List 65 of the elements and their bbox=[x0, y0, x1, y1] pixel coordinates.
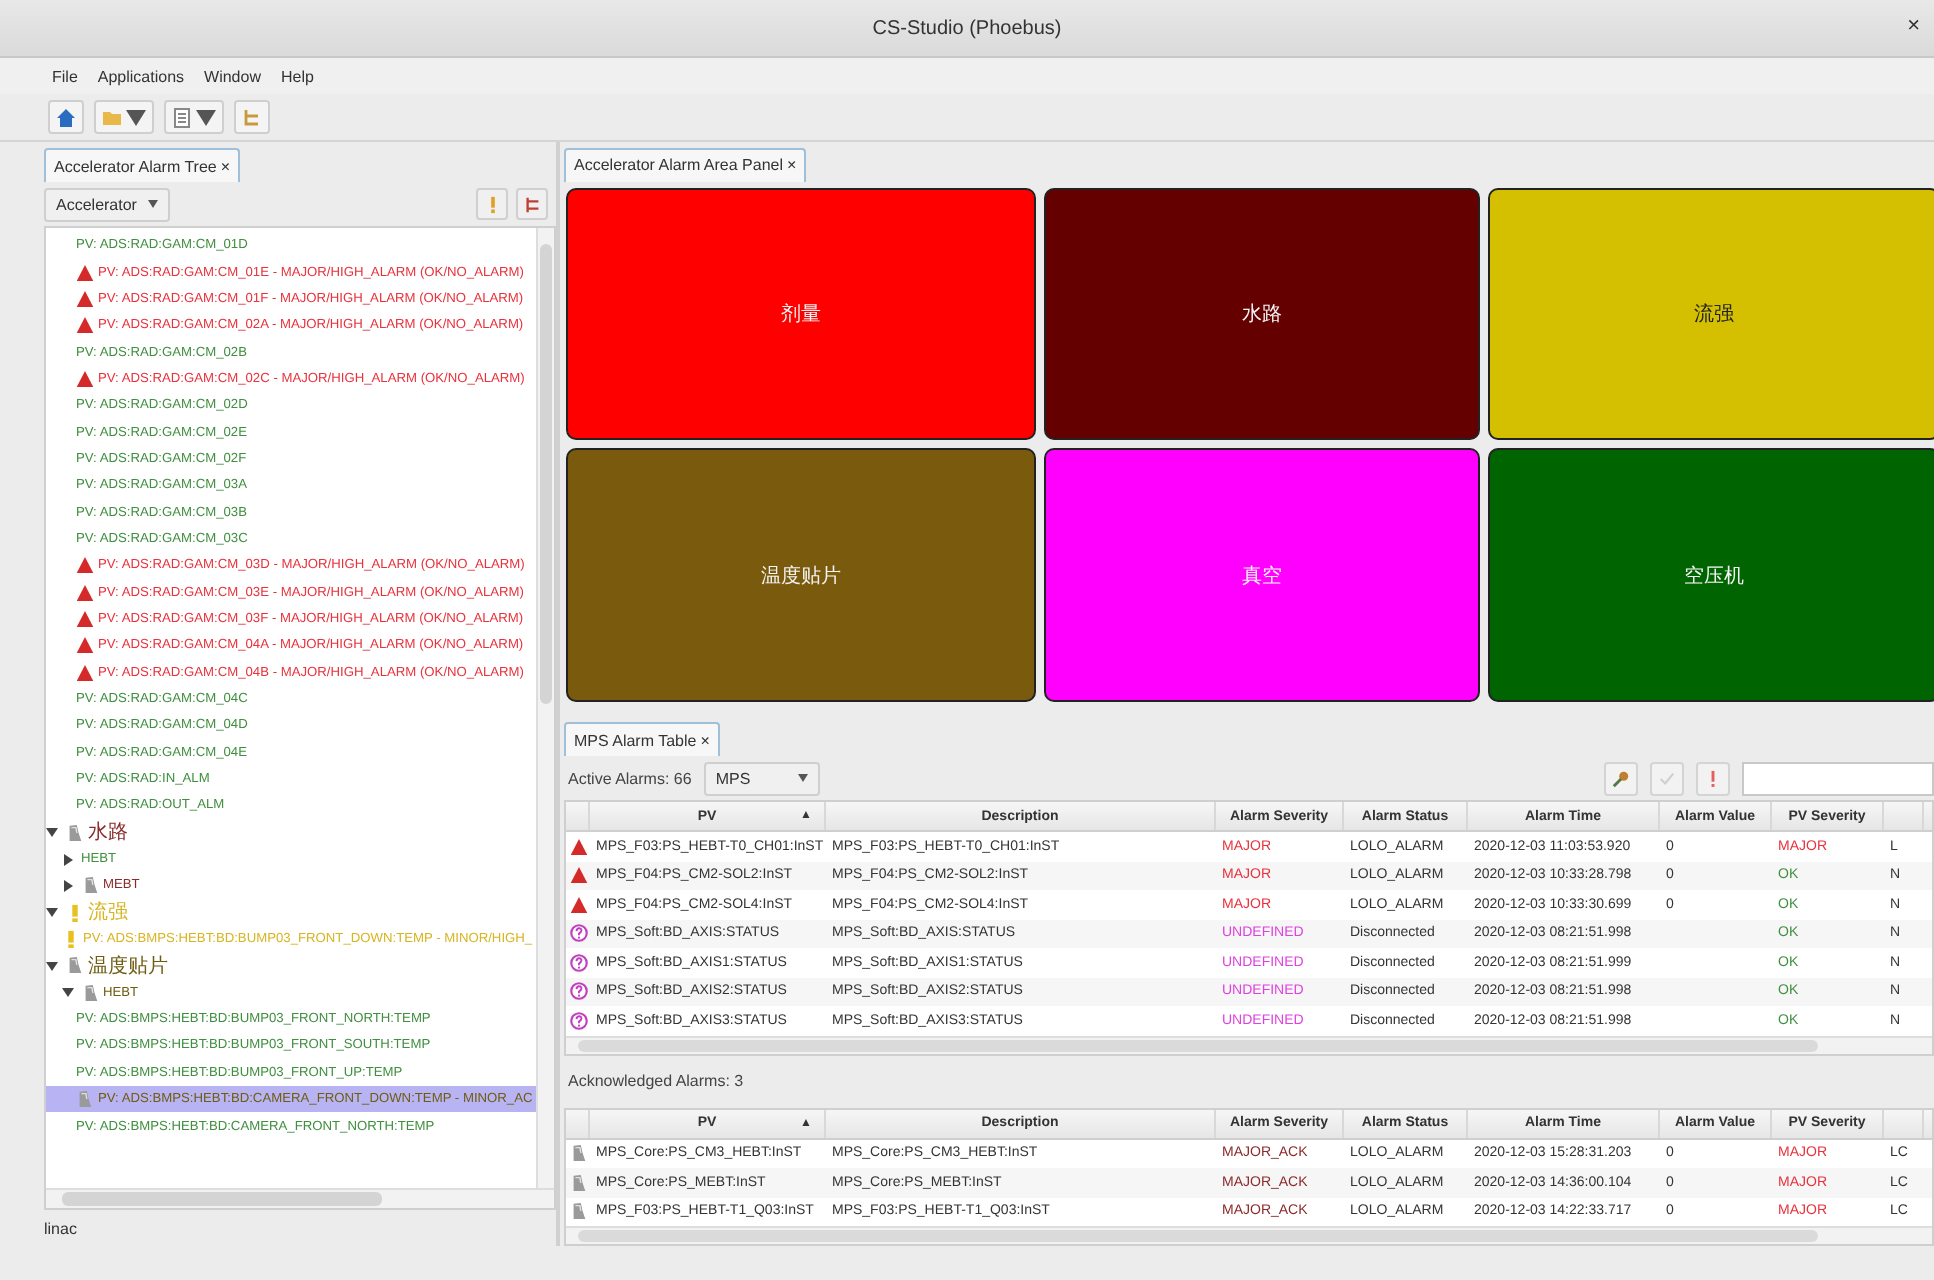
search-field[interactable] bbox=[1742, 761, 1934, 795]
collapse-arrow-icon[interactable] bbox=[61, 986, 73, 999]
caret-icon bbox=[148, 200, 159, 208]
hierarchy-icon bbox=[523, 195, 541, 213]
tree-item[interactable]: 温度贴片 bbox=[46, 952, 536, 980]
acknowledged-alarms-label: Acknowledged Alarms: 3 bbox=[568, 1072, 744, 1090]
collapse-arrow-icon[interactable] bbox=[46, 906, 58, 919]
tree-item-label: 温度贴片 bbox=[88, 953, 168, 980]
acknowledged-icon bbox=[76, 1090, 94, 1109]
window-title: CS-Studio (Phoebus) bbox=[872, 17, 1062, 39]
expand-arrow-icon[interactable] bbox=[61, 853, 73, 866]
hierarchy-icon bbox=[242, 107, 262, 127]
status-text: linac bbox=[44, 1219, 77, 1237]
active-alarms-label: Active Alarms: 66 bbox=[568, 769, 692, 787]
area-tile[interactable]: 水路 bbox=[1044, 187, 1480, 441]
layout-button[interactable] bbox=[164, 100, 224, 134]
area-tile[interactable]: 真空 bbox=[1044, 448, 1480, 702]
tree-item[interactable]: 水路 bbox=[46, 819, 536, 846]
open-button[interactable] bbox=[94, 100, 154, 134]
expand-arrow-icon[interactable] bbox=[61, 879, 73, 892]
home-icon bbox=[56, 107, 76, 127]
acknowledged-icon bbox=[569, 1173, 587, 1192]
question-icon bbox=[569, 953, 587, 972]
unacknowledge-button[interactable] bbox=[1696, 761, 1730, 795]
collapse-arrow-icon[interactable] bbox=[46, 826, 58, 839]
tree-view-button[interactable] bbox=[516, 188, 548, 220]
caret-icon bbox=[196, 107, 216, 127]
exclamation-icon bbox=[66, 903, 84, 922]
tab[interactable]: Accelerator Alarm Tree × bbox=[44, 148, 241, 182]
acknowledged-icon bbox=[66, 956, 84, 975]
tree-item-label: 水路 bbox=[88, 819, 128, 847]
menu-item[interactable]: Help bbox=[280, 67, 314, 85]
horizontal-scrollbar[interactable] bbox=[566, 1226, 1932, 1244]
area-tile[interactable]: 剂量 bbox=[566, 187, 1036, 441]
document-icon bbox=[172, 107, 192, 127]
tab[interactable]: MPS Alarm Table × bbox=[564, 722, 720, 756]
close-button[interactable]: × bbox=[1901, 14, 1926, 38]
area-tile[interactable]: 流强 bbox=[1488, 187, 1934, 441]
warning-icon bbox=[76, 369, 94, 388]
horizontal-scrollbar[interactable] bbox=[46, 1188, 554, 1208]
check-icon bbox=[1658, 769, 1676, 787]
filter-dropdown[interactable]: MPS bbox=[703, 761, 820, 795]
caret-icon bbox=[797, 774, 808, 782]
menu-item[interactable]: Window bbox=[204, 67, 261, 85]
acknowledged-icon bbox=[81, 983, 99, 1002]
tab[interactable]: Accelerator Alarm Area Panel × bbox=[564, 147, 807, 182]
configure-button[interactable] bbox=[1604, 761, 1638, 795]
acknowledged-icon bbox=[569, 1202, 587, 1221]
acknowledged-icon bbox=[66, 823, 84, 842]
caret-icon bbox=[126, 107, 146, 127]
home-button[interactable] bbox=[48, 100, 84, 134]
menu-item[interactable]: File bbox=[52, 67, 78, 85]
config-dropdown[interactable]: Accelerator bbox=[44, 187, 171, 221]
area-tile[interactable]: 温度贴片 bbox=[566, 448, 1036, 702]
folder-icon bbox=[102, 107, 122, 127]
acknowledged-icon bbox=[81, 876, 99, 895]
collapse-arrow-icon[interactable] bbox=[46, 959, 58, 972]
tree-item-label: 流强 bbox=[88, 899, 128, 927]
area-tile[interactable]: 空压机 bbox=[1488, 448, 1934, 702]
horizontal-scrollbar[interactable] bbox=[566, 1035, 1932, 1053]
question-icon bbox=[569, 1011, 587, 1030]
wrench-icon bbox=[1612, 769, 1630, 787]
menu-item[interactable]: Applications bbox=[97, 67, 185, 85]
acknowledged-icon bbox=[569, 1144, 587, 1163]
vertical-scrollbar[interactable] bbox=[536, 228, 554, 1188]
